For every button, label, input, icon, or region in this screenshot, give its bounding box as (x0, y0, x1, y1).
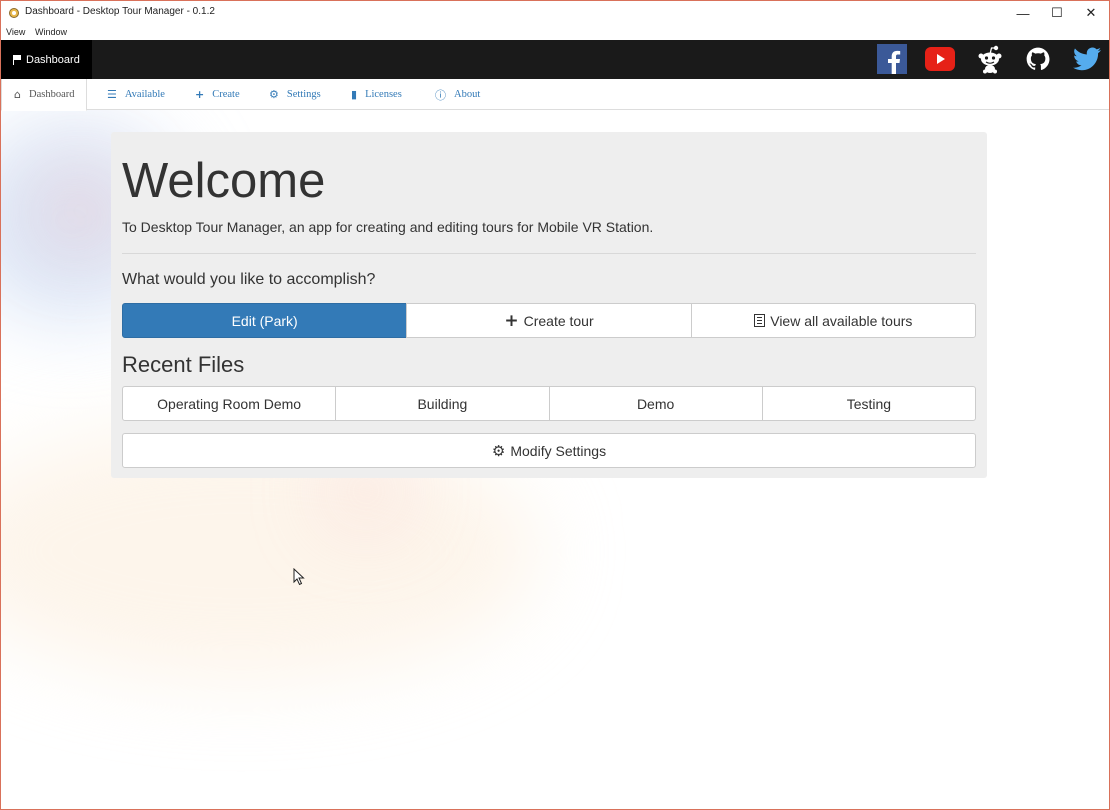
button-label: Create tour (523, 312, 594, 329)
tab-create[interactable]: + Create (195, 79, 240, 110)
tab-label: Licenses (365, 89, 402, 100)
app-icon (9, 8, 19, 18)
background-glow (41, 171, 121, 251)
button-label: View all available tours (770, 312, 913, 329)
minimize-button[interactable]: — (1005, 1, 1041, 25)
recent-files-group: Operating Room Demo Building Demo Testin… (122, 386, 976, 421)
tab-settings[interactable]: ⚙ Settings (269, 79, 321, 110)
close-button[interactable]: ✕ (1073, 1, 1109, 25)
brand-label: Dashboard (26, 53, 80, 66)
recent-file-button[interactable]: Testing (761, 386, 976, 421)
nav-tabs: ⌂ Dashboard ☰ Available + Create ⚙ Setti… (1, 79, 1109, 111)
recent-file-button[interactable]: Operating Room Demo (122, 386, 337, 421)
intro-text: To Desktop Tour Manager, an app for crea… (122, 219, 654, 235)
recent-files-heading: Recent Files (122, 352, 245, 377)
divider (122, 253, 976, 254)
welcome-panel: Welcome To Desktop Tour Manager, an app … (111, 132, 987, 478)
maximize-button[interactable]: ☐ (1039, 1, 1075, 25)
menu-view[interactable]: View (6, 27, 25, 37)
recent-file-button[interactable]: Building (335, 386, 550, 421)
tab-label: About (454, 89, 481, 100)
facebook-icon[interactable] (877, 44, 907, 74)
question-text: What would you like to accomplish? (122, 271, 376, 288)
mouse-cursor-icon (293, 568, 305, 586)
list-alt-icon (754, 314, 766, 327)
tab-label: Dashboard (28, 89, 75, 100)
app-window: Dashboard - Desktop Tour Manager - 0.1.2… (0, 0, 1110, 810)
title-bar: Dashboard - Desktop Tour Manager - 0.1.2… (1, 1, 1109, 25)
tab-licenses[interactable]: ▮ Licenses (351, 79, 402, 110)
youtube-icon[interactable] (925, 47, 955, 71)
book-icon: ▮ (351, 88, 358, 101)
gear-icon: ⚙ (269, 88, 279, 101)
page-title: Welcome (122, 154, 326, 208)
tab-dashboard[interactable]: ⌂ Dashboard (1, 79, 88, 111)
window-title: Dashboard - Desktop Tour Manager - 0.1.2 (25, 6, 215, 17)
edit-tour-button[interactable]: Edit (Park) (122, 303, 408, 338)
recent-file-button[interactable]: Demo (548, 386, 763, 421)
plus-icon: + (504, 310, 519, 331)
view-all-tours-button[interactable]: View all available tours (690, 303, 976, 338)
home-icon: ⌂ (14, 88, 21, 101)
github-icon[interactable] (1023, 44, 1053, 74)
flag-icon (13, 55, 22, 65)
tab-label: Available (124, 89, 165, 100)
modify-settings-button[interactable]: ⚙ Modify Settings (122, 433, 976, 468)
tab-label: Settings (286, 89, 321, 100)
menu-window[interactable]: Window (35, 27, 67, 37)
tab-label: Create (212, 89, 240, 100)
plus-icon: + (195, 88, 205, 101)
action-button-group: Edit (Park) + Create tour View all avail… (122, 303, 976, 338)
create-tour-button[interactable]: + Create tour (406, 303, 692, 338)
reddit-icon[interactable] (975, 44, 1005, 74)
gear-icon: ⚙ (491, 441, 506, 460)
button-label: Edit (Park) (231, 312, 298, 329)
navbar-brand[interactable]: Dashboard (1, 40, 92, 79)
tab-about[interactable]: ⓘ About (435, 79, 480, 110)
top-navbar: Dashboard (1, 40, 1109, 79)
list-icon: ☰ (107, 88, 117, 101)
button-label: Modify Settings (510, 442, 607, 459)
info-icon: ⓘ (435, 88, 446, 102)
twitter-icon[interactable] (1072, 44, 1102, 74)
tab-available[interactable]: ☰ Available (107, 79, 165, 110)
menu-bar: View Window (1, 25, 1109, 40)
